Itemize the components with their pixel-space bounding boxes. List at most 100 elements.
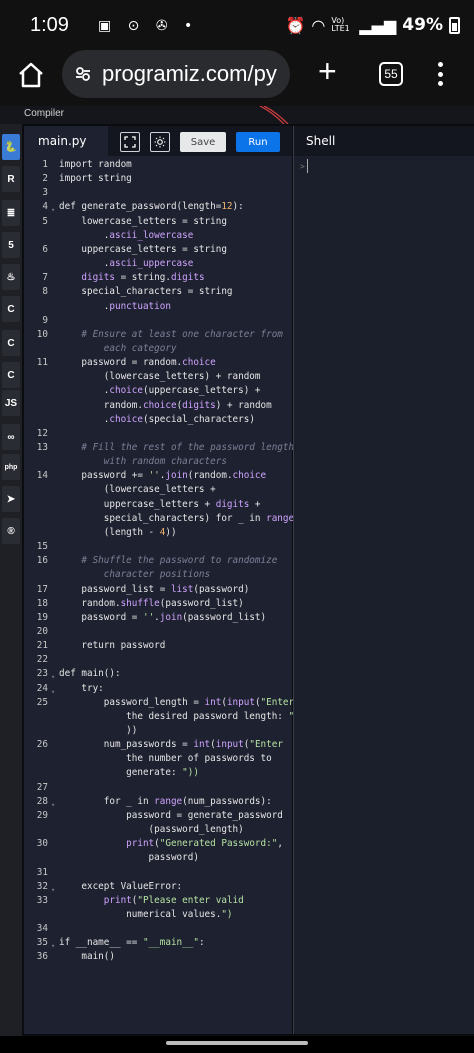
system-icons: ⏰ ◠ Vo) LTE1 ▂▄▆ 49% [285,15,460,35]
address-bar[interactable]: programiz.com/py [62,50,290,98]
line-number: 31 [36,866,48,878]
code-line: uppercase_letters = string [59,243,227,255]
line-number: 25 [36,696,48,708]
line-number: 5 [42,215,48,227]
line-number: 15 [36,541,48,553]
code-line: .choice(uppercase_letters) + [59,385,261,397]
code-line: password += ''.join(random.choice [59,470,267,482]
swift-icon[interactable]: ➤ [2,486,20,512]
code-line: return password [59,640,166,652]
run-button[interactable]: Run [236,132,280,152]
c-icon[interactable]: C [2,296,20,322]
tab-switcher-button[interactable]: 55 [379,62,403,86]
code-line: character positions [59,569,211,581]
code-line: random.shuffle(password_list) [59,597,244,609]
line-number: 35 [36,937,48,949]
fold-toggle-icon[interactable]: ▾ [51,203,55,217]
line-number: 8 [42,286,48,298]
code-line: (lowercase_letters + [59,484,216,496]
python-icon[interactable]: 🐍 [2,134,20,160]
sql-icon[interactable]: ≣ [2,200,20,226]
code-line: .choice(special_characters) [59,413,255,425]
code-line: password = ''.join(password_list) [59,611,267,623]
go-icon[interactable]: ∞ [2,424,20,450]
line-number: 6 [42,243,48,255]
code-line: num_passwords = int(input("Enter [59,739,283,751]
html-icon[interactable]: 5 [2,232,20,258]
line-number: 1 [42,159,48,170]
java-icon[interactable]: ♨ [2,264,20,290]
decoration-lines [259,106,289,124]
home-gesture-bar[interactable] [166,1041,308,1045]
code-line: password = generate_password [59,809,283,821]
code-line: special_characters) for _ in range [59,512,295,524]
line-number: 17 [36,583,48,595]
browser-toolbar: programiz.com/py + 55 [0,50,474,106]
fold-toggle-icon[interactable]: ▾ [51,685,55,699]
code-line: the desired password length: " [59,710,295,722]
line-number: 28 [36,795,48,807]
code-line: password_length = int(input("Enter [59,696,295,708]
code-line: if __name__ == "__main__": [59,937,205,949]
code-line: the number of passwords to [59,753,272,765]
line-number: 7 [42,272,48,284]
code-line: generate: ")) [59,767,199,779]
fold-toggle-icon[interactable]: ▾ [51,883,55,897]
csharp-icon[interactable]: C [2,362,20,388]
tab-main-py[interactable]: main.py [24,126,108,156]
code-line: import random [59,159,132,170]
theme-toggle-button[interactable] [150,132,170,152]
wifi-icon: ◠ [311,15,326,35]
line-number: 30 [36,838,48,850]
code-editor-panel: main.py Save Run 1 import random 2 import s… [24,126,295,1034]
line-number: 22 [36,654,48,666]
line-number: 27 [36,781,48,793]
line-number: 23 [36,668,48,680]
line-number: 33 [36,894,48,906]
code-line: special_characters = string [59,286,233,298]
compiler-app: 🐍 R ≣ 5 ♨ C C C JS ∞ php ➤ ® main.py Save Run 1 impor… [0,124,474,1036]
js-icon[interactable]: JS [2,390,20,416]
code-line: password_list = list(password) [59,583,250,595]
php-icon[interactable]: php [2,454,20,480]
new-tab-icon[interactable]: + [318,54,337,88]
code-line: (length - 4)) [59,526,177,538]
code-line: random.choice(digits) + random [59,399,272,411]
code-line: (password_length) [59,824,244,836]
line-number: 3 [42,187,48,199]
fold-toggle-icon[interactable]: ▾ [51,670,55,684]
shell-panel[interactable]: Shell > [293,126,474,1034]
line-number: 14 [36,470,48,482]
line-number: 11 [36,357,48,369]
code-line: with random characters [59,456,227,468]
fold-toggle-icon[interactable]: ▾ [51,798,55,812]
site-info-icon[interactable] [74,65,92,83]
code-line: (lowercase_letters) + random [59,371,261,383]
line-number: 18 [36,597,48,609]
sun-icon [154,136,166,148]
code-line: )) [59,725,138,736]
code-line: digits = string.digits [81,272,205,284]
fullscreen-button[interactable] [120,132,140,152]
fullscreen-icon [124,136,136,148]
r-icon[interactable]: R [2,166,20,192]
code-line: except ValueError: [59,880,183,892]
more-menu-icon[interactable] [430,58,450,90]
code-line: .ascii_uppercase [59,258,194,270]
battery-icon [449,16,460,34]
line-number: 10 [36,328,48,340]
fold-toggle-icon[interactable]: ▾ [51,939,55,953]
code-line: lowercase_letters = string [59,215,227,227]
text-cursor [307,159,308,173]
notification-icons: ▣ ⊙ ✇ • [98,18,199,34]
save-button[interactable]: Save [180,132,226,152]
battery-percent: 49% [402,15,443,35]
rust-icon[interactable]: ® [2,518,20,544]
network-label: Vo) LTE1 [331,16,350,33]
code-line: # Fill the rest of the password length [59,442,295,453]
editor-toolbar: main.py Save Run [24,126,292,156]
home-icon[interactable] [16,60,46,90]
cpp-icon[interactable]: C [2,330,20,356]
alarm-icon: ⏰ [285,15,306,35]
code-line: try: [59,682,104,694]
